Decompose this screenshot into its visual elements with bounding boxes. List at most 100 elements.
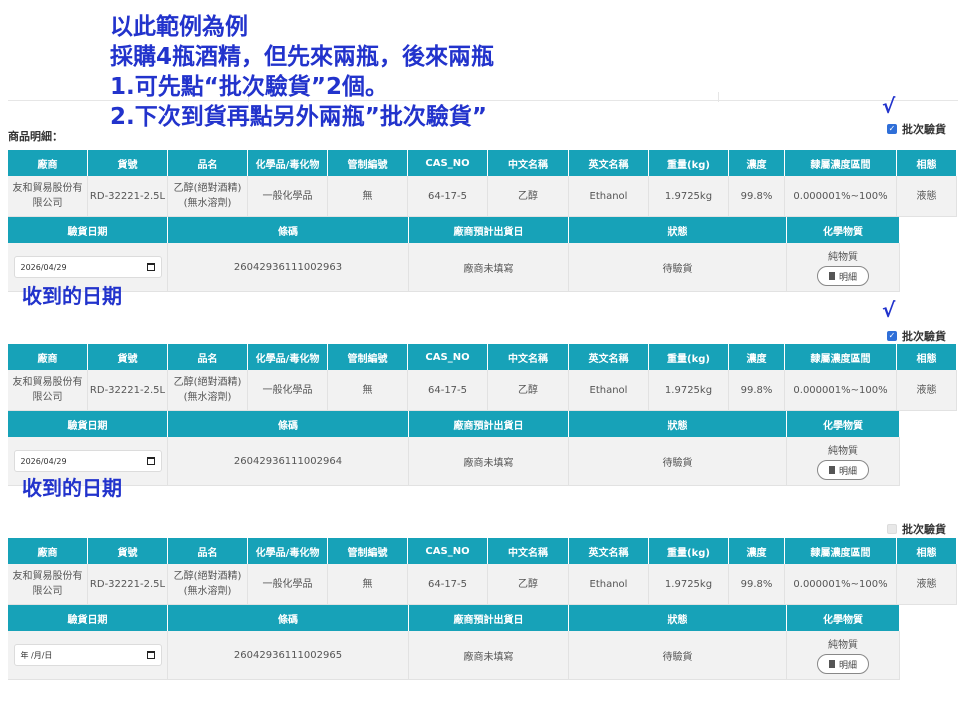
annotation-note: 以此範例為例 採購4瓶酒精，但先來兩瓶，後來兩瓶 1.可先點“批次驗貨”2個。 …	[110, 12, 494, 132]
cell-english-name: Ethanol	[569, 176, 649, 217]
column-header: 條碼	[168, 411, 409, 437]
cell-chem-type: 一般化學品	[248, 564, 328, 605]
cell-weight: 1.9725kg	[649, 176, 729, 217]
column-header: 條碼	[168, 605, 409, 631]
column-header: 貨號	[88, 538, 168, 564]
cell-control-no: 無	[328, 176, 408, 217]
sub-header-row: 驗貨日期 條碼 廠商預計出貨日 狀態 化學物質	[8, 411, 957, 437]
column-header: 廠商預計出貨日	[409, 217, 569, 243]
column-header: 重量(kg)	[649, 344, 729, 370]
date-value: 2026/04/29	[20, 456, 67, 466]
sub-header-row: 驗貨日期 條碼 廠商預計出貨日 狀態 化學物質	[8, 605, 957, 631]
table-header-row: 廠商 貨號 品名 化學品/毒化物 管制編號 CAS_NO 中文名稱 英文名稱 重…	[8, 344, 957, 370]
cell-status: 待驗貨	[569, 437, 787, 486]
cell-phase: 液態	[897, 564, 957, 605]
column-header: 中文名稱	[488, 538, 569, 564]
section-label: 商品明細：	[8, 130, 63, 143]
annotation-line: 2.下次到貨再點另外兩瓶”批次驗貨”	[110, 104, 487, 130]
item-table: 廠商 貨號 品名 化學品/毒化物 管制編號 CAS_NO 中文名稱 英文名稱 重…	[8, 538, 957, 680]
chem-substance-type: 純物質	[828, 640, 858, 651]
file-icon	[828, 660, 835, 668]
cell-item-no: RD-32221-2.5L	[88, 370, 168, 411]
checkbox-checked[interactable]: ✓	[887, 331, 897, 341]
date-placeholder: 年 /月/日	[20, 650, 53, 660]
calendar-icon[interactable]	[146, 651, 155, 659]
column-header: CAS_NO	[408, 344, 488, 370]
check-date-input[interactable]: 2026/04/29	[13, 450, 162, 472]
cell-product-name: 乙醇(絕對酒精)(無水溶劑)	[168, 564, 248, 605]
chem-substance-type: 純物質	[828, 252, 858, 263]
detail-button[interactable]: 明細	[817, 654, 869, 674]
calendar-icon[interactable]	[146, 457, 155, 465]
column-header: 重量(kg)	[649, 538, 729, 564]
cell-chinese-name: 乙醇	[488, 176, 569, 217]
cell-phase: 液態	[897, 176, 957, 217]
column-header: 濃度	[729, 150, 785, 176]
cell-vendor: 友和貿易股份有限公司	[8, 370, 88, 411]
check-date-input[interactable]: 年 /月/日	[13, 644, 162, 666]
sub-data-row: 2026/04/29 26042936111002964 廠商未填寫 待驗貨 純…	[8, 437, 957, 486]
checkbox-checked[interactable]: ✓	[887, 124, 897, 134]
cell-concentration: 99.8%	[729, 370, 785, 411]
batch-check-toggle[interactable]: 批次驗貨	[887, 521, 946, 537]
column-header: 驗貨日期	[8, 217, 168, 243]
column-header: 化學品/毒化物	[248, 538, 328, 564]
batch-check-label: 批次驗貨	[902, 523, 946, 536]
checkbox-unchecked[interactable]	[887, 524, 897, 534]
detail-button[interactable]: 明細	[817, 460, 869, 480]
cell-ship-date: 廠商未填寫	[409, 243, 569, 292]
table-row: 友和貿易股份有限公司 RD-32221-2.5L 乙醇(絕對酒精)(無水溶劑) …	[8, 176, 957, 217]
column-header: 貨號	[88, 344, 168, 370]
column-header: 驗貨日期	[8, 411, 168, 437]
column-header: 廠商預計出貨日	[409, 411, 569, 437]
cell-english-name: Ethanol	[569, 370, 649, 411]
detail-button-label: 明細	[838, 272, 857, 283]
batch-check-toggle[interactable]: ✓ 批次驗貨	[887, 121, 946, 137]
cell-chem-substance: 純物質 明細	[787, 437, 900, 486]
cell-status: 待驗貨	[569, 243, 787, 292]
table-row: 友和貿易股份有限公司 RD-32221-2.5L 乙醇(絕對酒精)(無水溶劑) …	[8, 370, 957, 411]
cell-chem-type: 一般化學品	[248, 370, 328, 411]
cell-check-date: 年 /月/日	[8, 631, 168, 680]
calendar-icon[interactable]	[146, 263, 155, 271]
table-header-row: 廠商 貨號 品名 化學品/毒化物 管制編號 CAS_NO 中文名稱 英文名稱 重…	[8, 538, 957, 564]
cell-cas-no: 64-17-5	[408, 564, 488, 605]
column-header: 狀態	[569, 411, 787, 437]
column-header: 狀態	[569, 605, 787, 631]
cell-chinese-name: 乙醇	[488, 370, 569, 411]
column-header: 濃度	[729, 344, 785, 370]
cell-barcode: 26042936111002963	[168, 243, 409, 292]
cell-phase: 液態	[897, 370, 957, 411]
batch-check-label: 批次驗貨	[902, 330, 946, 343]
check-date-input[interactable]: 2026/04/29	[13, 256, 162, 278]
sub-data-row: 2026/04/29 26042936111002963 廠商未填寫 待驗貨 純…	[8, 243, 957, 292]
date-value: 2026/04/29	[20, 262, 67, 272]
cell-weight: 1.9725kg	[649, 370, 729, 411]
cell-item-no: RD-32221-2.5L	[88, 176, 168, 217]
check-mark-annotation: √	[882, 298, 896, 322]
cell-ship-date: 廠商未填寫	[409, 631, 569, 680]
column-header: 廠商預計出貨日	[409, 605, 569, 631]
column-header: 隸屬濃度區間	[785, 150, 897, 176]
cell-concentration-range: 0.000001%~100%	[785, 370, 897, 411]
column-header: 品名	[168, 538, 248, 564]
batch-check-toggle[interactable]: ✓ 批次驗貨	[887, 328, 946, 344]
cell-weight: 1.9725kg	[649, 564, 729, 605]
received-date-note: 收到的日期	[22, 476, 122, 500]
column-header: 貨號	[88, 150, 168, 176]
detail-button[interactable]: 明細	[817, 266, 869, 286]
table-header-row: 廠商 貨號 品名 化學品/毒化物 管制編號 CAS_NO 中文名稱 英文名稱 重…	[8, 150, 957, 176]
column-header: 化學物質	[787, 217, 900, 243]
column-header: 品名	[168, 150, 248, 176]
cell-product-name: 乙醇(絕對酒精)(無水溶劑)	[168, 176, 248, 217]
cell-control-no: 無	[328, 564, 408, 605]
cell-chinese-name: 乙醇	[488, 564, 569, 605]
annotation-line: 以此範例為例	[110, 14, 248, 40]
column-header: 英文名稱	[569, 344, 649, 370]
column-header: 英文名稱	[569, 538, 649, 564]
cell-vendor: 友和貿易股份有限公司	[8, 176, 88, 217]
cell-concentration: 99.8%	[729, 176, 785, 217]
cell-concentration-range: 0.000001%~100%	[785, 176, 897, 217]
column-header: 相態	[897, 150, 957, 176]
cell-control-no: 無	[328, 370, 408, 411]
